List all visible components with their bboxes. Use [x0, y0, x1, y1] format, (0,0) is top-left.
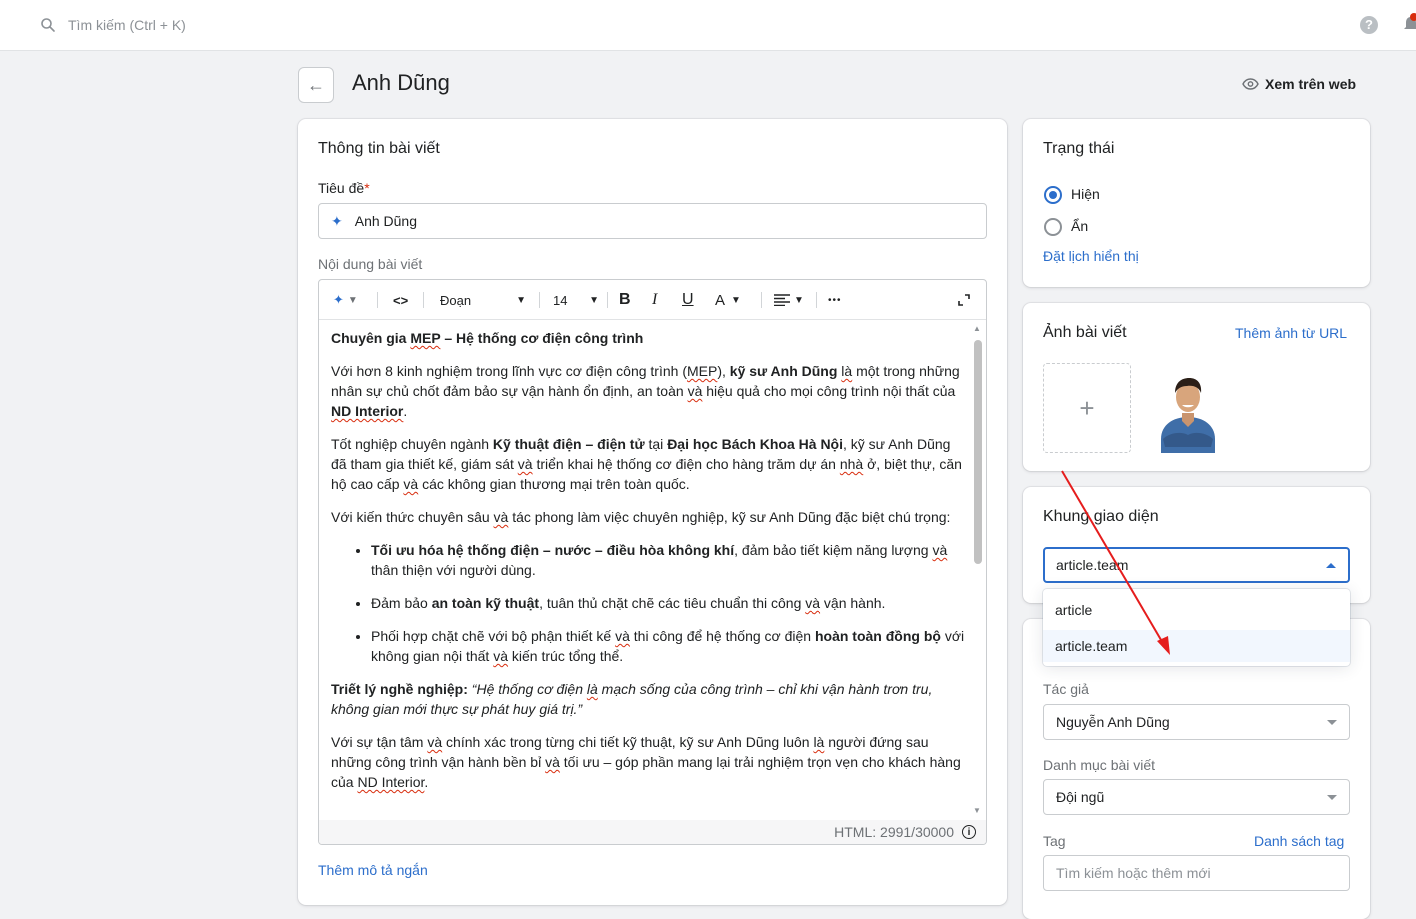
annotation-arrow [1061, 470, 1170, 655]
